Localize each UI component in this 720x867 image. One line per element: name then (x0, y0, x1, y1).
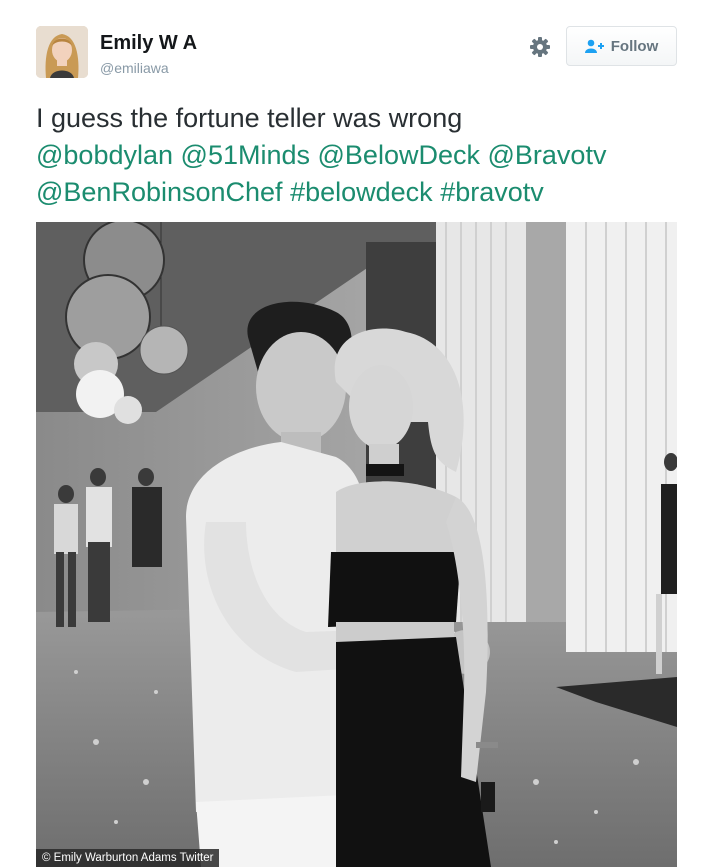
mention-link[interactable]: @BenRobinsonChef (36, 177, 283, 207)
mention-link[interactable]: @BelowDeck (318, 140, 480, 170)
tweet-photo[interactable]: © Emily Warburton Adams Twitter (36, 222, 677, 867)
tweet-text: I guess the fortune teller was wrong @bo… (36, 100, 696, 211)
tweet-mentions-line-1: @bobdylan @51Minds @BelowDeck @Bravotv (36, 137, 696, 174)
hashtag-link[interactable]: #belowdeck (290, 177, 433, 207)
mention-link[interactable]: @bobdylan (36, 140, 173, 170)
user-handle[interactable]: @emiliawa (100, 60, 169, 76)
gear-icon[interactable] (527, 34, 553, 60)
photo-image (36, 222, 677, 867)
photo-credit: © Emily Warburton Adams Twitter (36, 849, 220, 867)
hashtag-link[interactable]: #bravotv (440, 177, 544, 207)
display-name[interactable]: Emily W A (100, 32, 197, 55)
follow-button[interactable]: Follow (566, 26, 677, 66)
add-user-icon (584, 39, 605, 53)
avatar[interactable] (36, 26, 88, 78)
avatar-image (36, 26, 88, 78)
tweet-body: I guess the fortune teller was wrong (36, 103, 463, 133)
follow-label: Follow (610, 37, 659, 55)
tweet-mentions-line-2: @BenRobinsonChef #belowdeck #bravotv (36, 174, 696, 211)
mention-link[interactable]: @51Minds (181, 140, 310, 170)
mention-link[interactable]: @Bravotv (488, 140, 607, 170)
